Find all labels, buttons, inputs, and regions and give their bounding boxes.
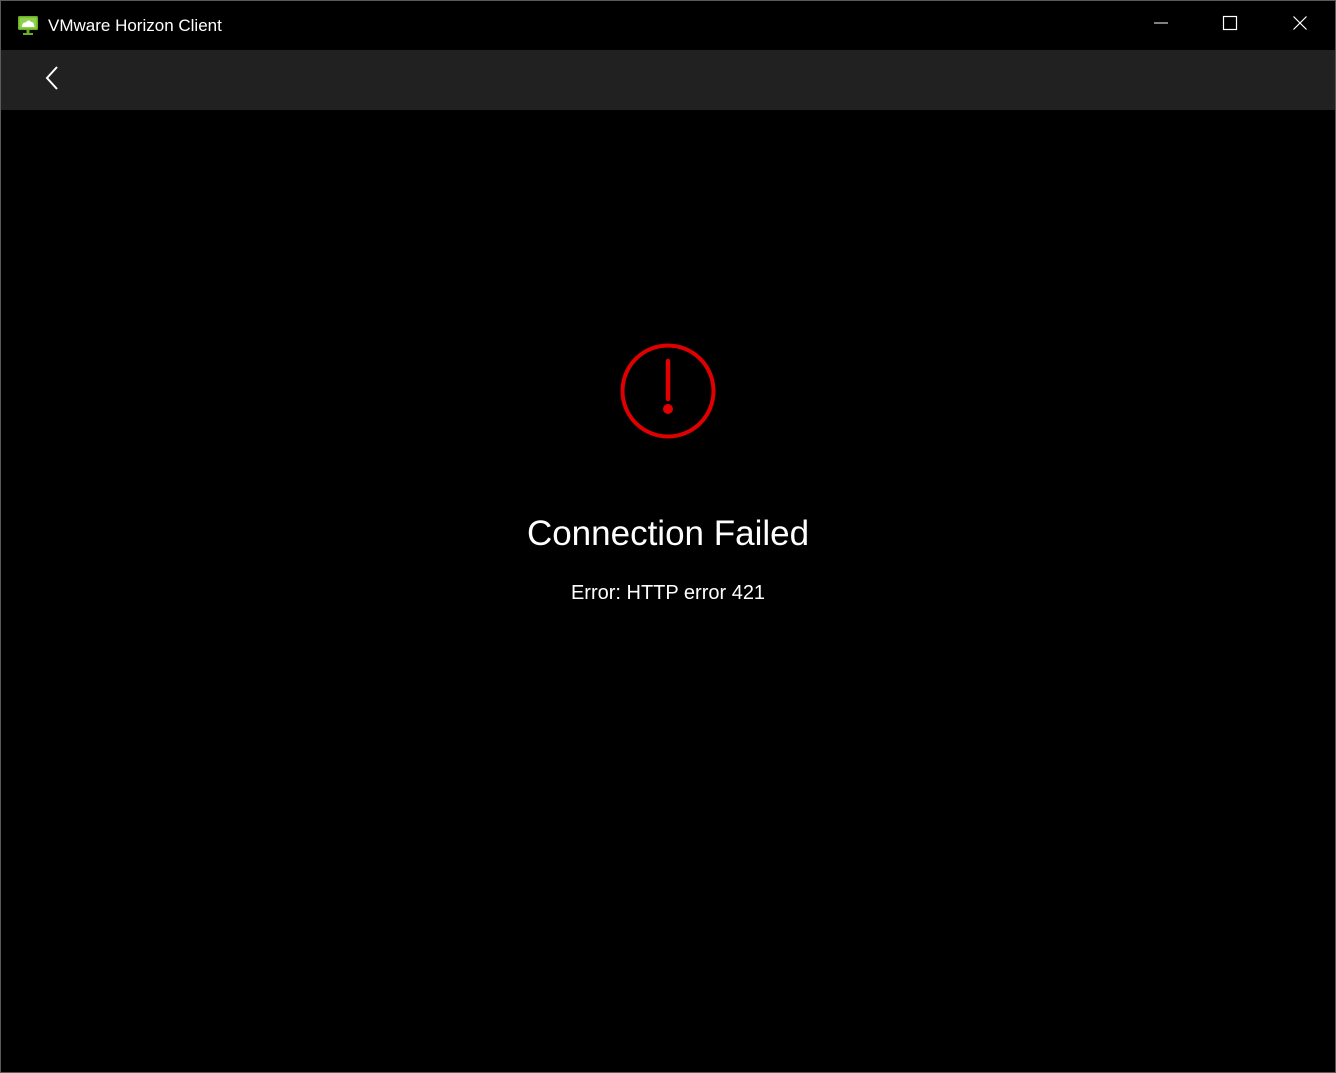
minimize-icon (1153, 15, 1169, 36)
app-window: VMware Horizon Client Connection Failed … (0, 0, 1336, 1073)
maximize-icon (1222, 15, 1238, 36)
error-message: Error: HTTP error 421 (570, 582, 766, 604)
error-title: Connection Failed (526, 514, 810, 553)
main-content: Connection Failed Error: HTTP error 421 (1, 110, 1335, 1072)
title-bar[interactable]: VMware Horizon Client (1, 1, 1335, 50)
error-exclamation-icon (618, 341, 718, 441)
chevron-left-icon (43, 64, 63, 97)
close-icon (1292, 15, 1308, 36)
vmware-horizon-icon (17, 15, 39, 37)
minimize-button[interactable] (1127, 1, 1195, 50)
navigation-bar (1, 50, 1335, 110)
close-button[interactable] (1266, 1, 1334, 50)
window-title: VMware Horizon Client (48, 16, 222, 35)
maximize-button[interactable] (1196, 1, 1264, 50)
back-button[interactable] (33, 60, 73, 100)
